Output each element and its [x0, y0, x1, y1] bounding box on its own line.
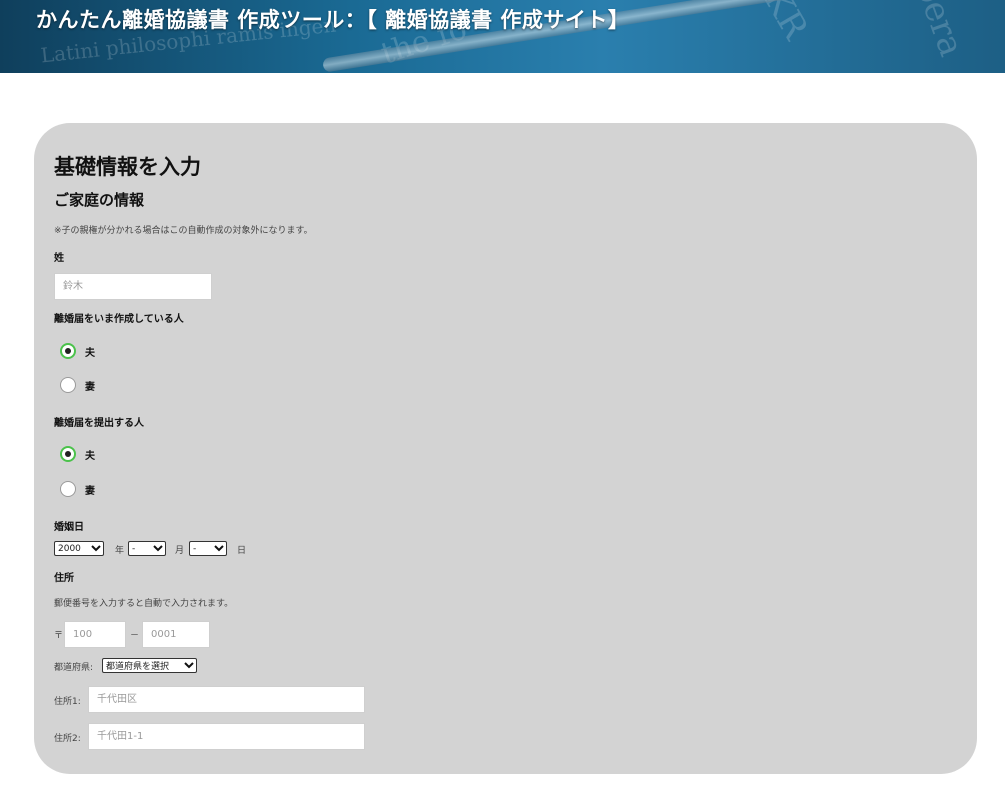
radio-label: 妻 [85, 485, 95, 497]
year-unit: 年 [115, 546, 125, 556]
year-select-value: 2000 [58, 543, 81, 554]
radio-button[interactable] [60, 446, 76, 462]
header-decoration: KR [755, 0, 816, 47]
month-unit: 月 [175, 546, 185, 556]
day-select-value: - [193, 543, 197, 554]
address-label: 住所 [54, 573, 74, 584]
day-unit: 日 [237, 546, 247, 556]
prefecture-select-value: 都道府県を選択 [106, 662, 170, 672]
address-hint: 郵便番号を入力すると自動で入力されます。 [54, 599, 234, 609]
chevron-down-icon [182, 662, 196, 669]
postal-mark: 〒 [54, 631, 64, 641]
day-select[interactable]: - [189, 541, 227, 556]
year-select[interactable]: 2000 [54, 541, 104, 556]
header-decoration: pera [907, 0, 972, 62]
creator-label: 離婚届をいま作成している人 [54, 314, 184, 325]
submitter-option-wife[interactable]: 妻 [60, 479, 95, 499]
surname-label: 姓 [54, 253, 64, 264]
address2-input[interactable] [88, 723, 365, 750]
radio-button[interactable] [60, 377, 76, 393]
radio-label: 夫 [85, 347, 95, 359]
custody-note: ※子の親権が分かれる場合はこの自動作成の対象外になります。 [54, 226, 313, 236]
prefecture-select[interactable]: 都道府県を選択 [102, 658, 197, 673]
radio-button[interactable] [60, 481, 76, 497]
section-title: ご家庭の情報 [54, 191, 145, 209]
postal-separator: － [130, 631, 140, 641]
creator-option-wife[interactable]: 妻 [60, 375, 95, 395]
site-title[interactable]: かんたん離婚協議書 作成ツール：【 離婚協議書 作成サイト】 [36, 4, 629, 34]
radio-label: 妻 [85, 381, 95, 393]
page-heading: 基礎情報を入力 [54, 155, 201, 179]
header-banner: Latini philosophi ramis ingen the fo KR … [0, 0, 1005, 73]
chevron-down-icon [212, 545, 226, 552]
prefecture-label: 都道府県: [54, 663, 94, 673]
chevron-down-icon [151, 545, 165, 552]
submitter-option-husband[interactable]: 夫 [60, 444, 95, 464]
month-select-value: - [132, 543, 136, 554]
radio-button[interactable] [60, 343, 76, 359]
postal-code-first-input[interactable] [64, 621, 126, 648]
submitter-label: 離婚届を提出する人 [54, 418, 144, 429]
basic-info-card: 基礎情報を入力 ご家庭の情報 ※子の親権が分かれる場合はこの自動作成の対象外にな… [34, 123, 977, 774]
address1-input[interactable] [88, 686, 365, 713]
month-select[interactable]: - [128, 541, 166, 556]
surname-input[interactable] [54, 273, 212, 300]
chevron-down-icon [89, 545, 103, 552]
creator-option-husband[interactable]: 夫 [60, 341, 95, 361]
postal-code-second-input[interactable] [142, 621, 210, 648]
radio-label: 夫 [85, 450, 95, 462]
marriage-date-label: 婚姻日 [54, 522, 84, 533]
address1-label: 住所1: [54, 697, 81, 707]
address2-label: 住所2: [54, 734, 81, 744]
